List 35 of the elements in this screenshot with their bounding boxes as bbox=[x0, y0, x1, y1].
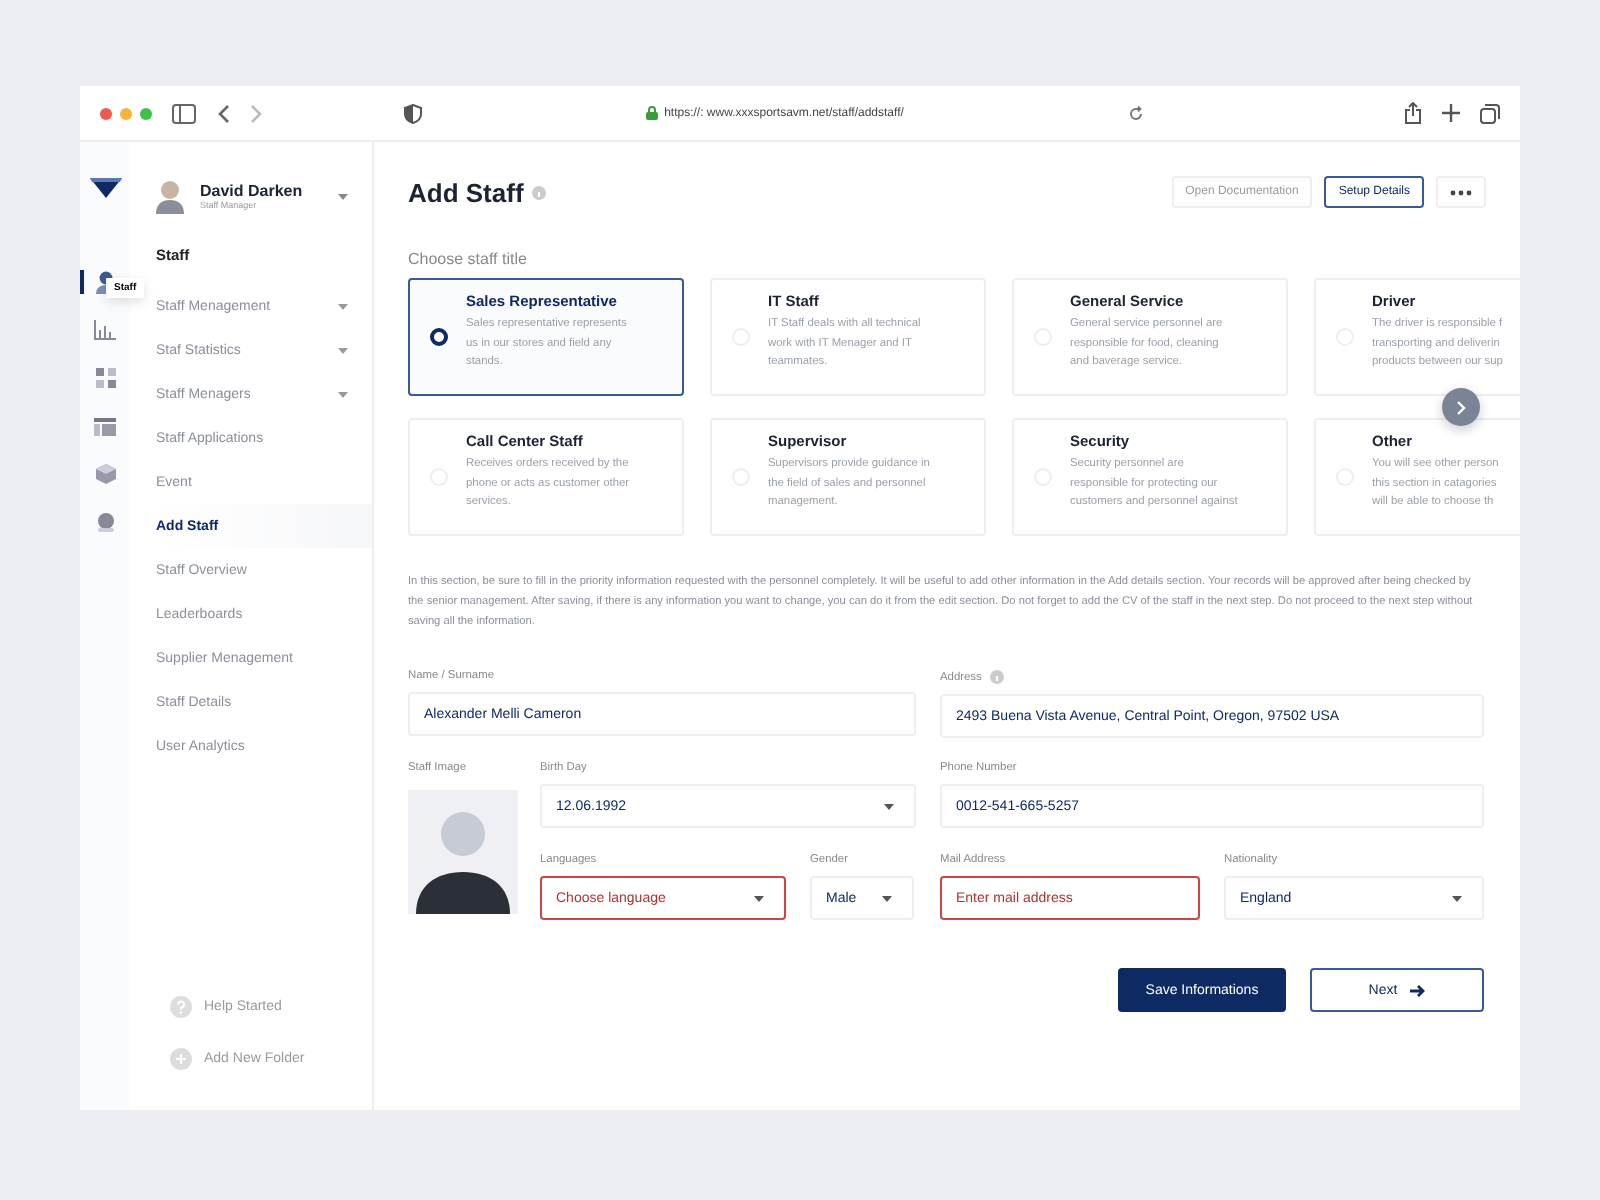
chevron-right-icon bbox=[1456, 399, 1466, 415]
plus-icon bbox=[170, 1048, 192, 1070]
globe-icon[interactable] bbox=[95, 512, 115, 532]
page-title: Add Staff bbox=[408, 177, 524, 207]
caret-icon bbox=[882, 895, 892, 901]
lock-icon bbox=[646, 106, 659, 120]
table-icon[interactable] bbox=[94, 417, 116, 435]
caret-icon bbox=[884, 803, 894, 809]
minimize-dot-icon[interactable] bbox=[120, 107, 132, 119]
more-icon bbox=[1450, 189, 1472, 195]
tabs-icon[interactable] bbox=[1480, 103, 1500, 123]
forward-icon[interactable] bbox=[250, 103, 264, 123]
caret-icon[interactable] bbox=[338, 193, 348, 199]
grid-icon[interactable] bbox=[95, 368, 115, 388]
profile-name: David Darken bbox=[200, 182, 305, 200]
photo-placeholder bbox=[408, 790, 518, 914]
close-dot-icon[interactable] bbox=[100, 107, 112, 119]
back-icon[interactable] bbox=[216, 103, 230, 123]
shield-icon[interactable] bbox=[404, 103, 422, 123]
maximize-dot-icon[interactable] bbox=[140, 107, 152, 119]
more-button[interactable] bbox=[1436, 176, 1486, 208]
chart-icon[interactable] bbox=[94, 320, 116, 340]
sidebar-toggle-icon[interactable] bbox=[172, 103, 196, 123]
caret-icon bbox=[1452, 895, 1462, 901]
section-label: Choose staff title bbox=[408, 250, 529, 268]
avatar bbox=[156, 178, 184, 214]
reload-icon[interactable] bbox=[1128, 105, 1144, 121]
arrow-right-icon bbox=[1409, 983, 1426, 997]
cube-icon[interactable] bbox=[95, 464, 115, 484]
caret-icon bbox=[754, 895, 764, 901]
logo-icon[interactable] bbox=[89, 178, 121, 198]
help-icon bbox=[170, 996, 192, 1018]
share-icon[interactable] bbox=[1404, 102, 1422, 124]
radio-button[interactable] bbox=[430, 328, 448, 346]
plus-icon[interactable] bbox=[1442, 104, 1460, 122]
